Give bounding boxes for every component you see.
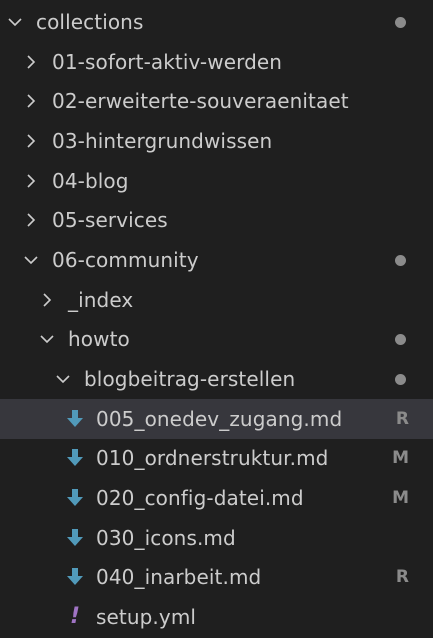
markdown-download-icon xyxy=(66,409,84,429)
tree-item-label: 020_config-datei.md xyxy=(96,486,304,511)
tree-item-folder[interactable]: 06-community xyxy=(0,240,433,280)
chevron-down-icon[interactable] xyxy=(22,251,40,269)
chevron-right-icon[interactable] xyxy=(22,211,40,229)
tree-item-label: _index xyxy=(68,287,134,312)
markdown-download-icon xyxy=(66,488,84,508)
tree-item-folder[interactable]: 05-services xyxy=(0,200,433,240)
tree-item-label: howto xyxy=(68,327,130,352)
tree-item-file[interactable]: 020_config-datei.md M xyxy=(0,478,433,518)
tree-item-label: 030_icons.md xyxy=(96,525,236,550)
tree-item-label: 005_onedev_zugang.md xyxy=(96,406,343,431)
tree-item-label: collections xyxy=(36,9,144,34)
tree-item-label: 02-erweiterte-souveraenitaet xyxy=(52,89,349,114)
chevron-right-icon[interactable] xyxy=(22,53,40,71)
tree-item-label: setup.yml xyxy=(96,605,197,630)
modified-dot xyxy=(395,16,406,28)
tree-item-label: 04-blog xyxy=(52,168,129,193)
git-status-badge: R xyxy=(395,408,409,429)
tree-item-file[interactable]: ! setup.yml xyxy=(0,597,433,637)
tree-item-folder[interactable]: 04-blog xyxy=(0,161,433,201)
git-status-badge: M xyxy=(392,448,409,469)
tree-item-folder[interactable]: 01-sofort-aktiv-werden xyxy=(0,42,433,82)
tree-item-label: 010_ordnerstruktur.md xyxy=(96,446,329,471)
chevron-right-icon[interactable] xyxy=(22,132,40,150)
chevron-right-icon[interactable] xyxy=(38,291,56,309)
markdown-download-icon xyxy=(66,567,84,587)
tree-item-label: 01-sofort-aktiv-werden xyxy=(52,49,283,74)
chevron-down-icon[interactable] xyxy=(6,13,24,31)
tree-item-label: 040_inarbeit.md xyxy=(96,565,262,590)
markdown-download-icon xyxy=(66,448,84,468)
tree-item-file[interactable]: 040_inarbeit.md R xyxy=(0,558,433,598)
tree-item-file[interactable]: 010_ordnerstruktur.md M xyxy=(0,439,433,479)
tree-item-label: 05-services xyxy=(52,208,168,233)
modified-dot xyxy=(395,374,406,386)
chevron-right-icon[interactable] xyxy=(22,172,40,190)
chevron-down-icon[interactable] xyxy=(54,370,72,388)
tree-item-folder[interactable]: 02-erweiterte-souveraenitaet xyxy=(0,81,433,121)
file-explorer-tree: collections 01-sofort-aktiv-werden 02-er… xyxy=(0,0,433,638)
tree-item-folder[interactable]: howto xyxy=(0,320,433,360)
tree-item-file[interactable]: 030_icons.md xyxy=(0,518,433,558)
git-status-badge: R xyxy=(395,567,409,588)
modified-dot xyxy=(395,254,406,266)
chevron-right-icon[interactable] xyxy=(22,92,40,110)
tree-item-label: 03-hintergrundwissen xyxy=(52,128,273,153)
tree-item-folder[interactable]: _index xyxy=(0,280,433,320)
tree-item-file[interactable]: 005_onedev_zugang.md R xyxy=(0,398,433,439)
modified-dot xyxy=(395,334,406,346)
markdown-download-icon xyxy=(66,528,84,548)
tree-item-folder[interactable]: 03-hintergrundwissen xyxy=(0,121,433,161)
tree-item-label: blogbeitrag-erstellen xyxy=(84,367,296,392)
yaml-exclamation-icon: ! xyxy=(69,604,81,630)
tree-item-collections[interactable]: collections xyxy=(0,2,433,42)
tree-item-folder[interactable]: blogbeitrag-erstellen xyxy=(0,359,433,399)
tree-item-label: 06-community xyxy=(52,247,199,272)
chevron-down-icon[interactable] xyxy=(38,330,56,348)
git-status-badge: M xyxy=(392,488,409,509)
